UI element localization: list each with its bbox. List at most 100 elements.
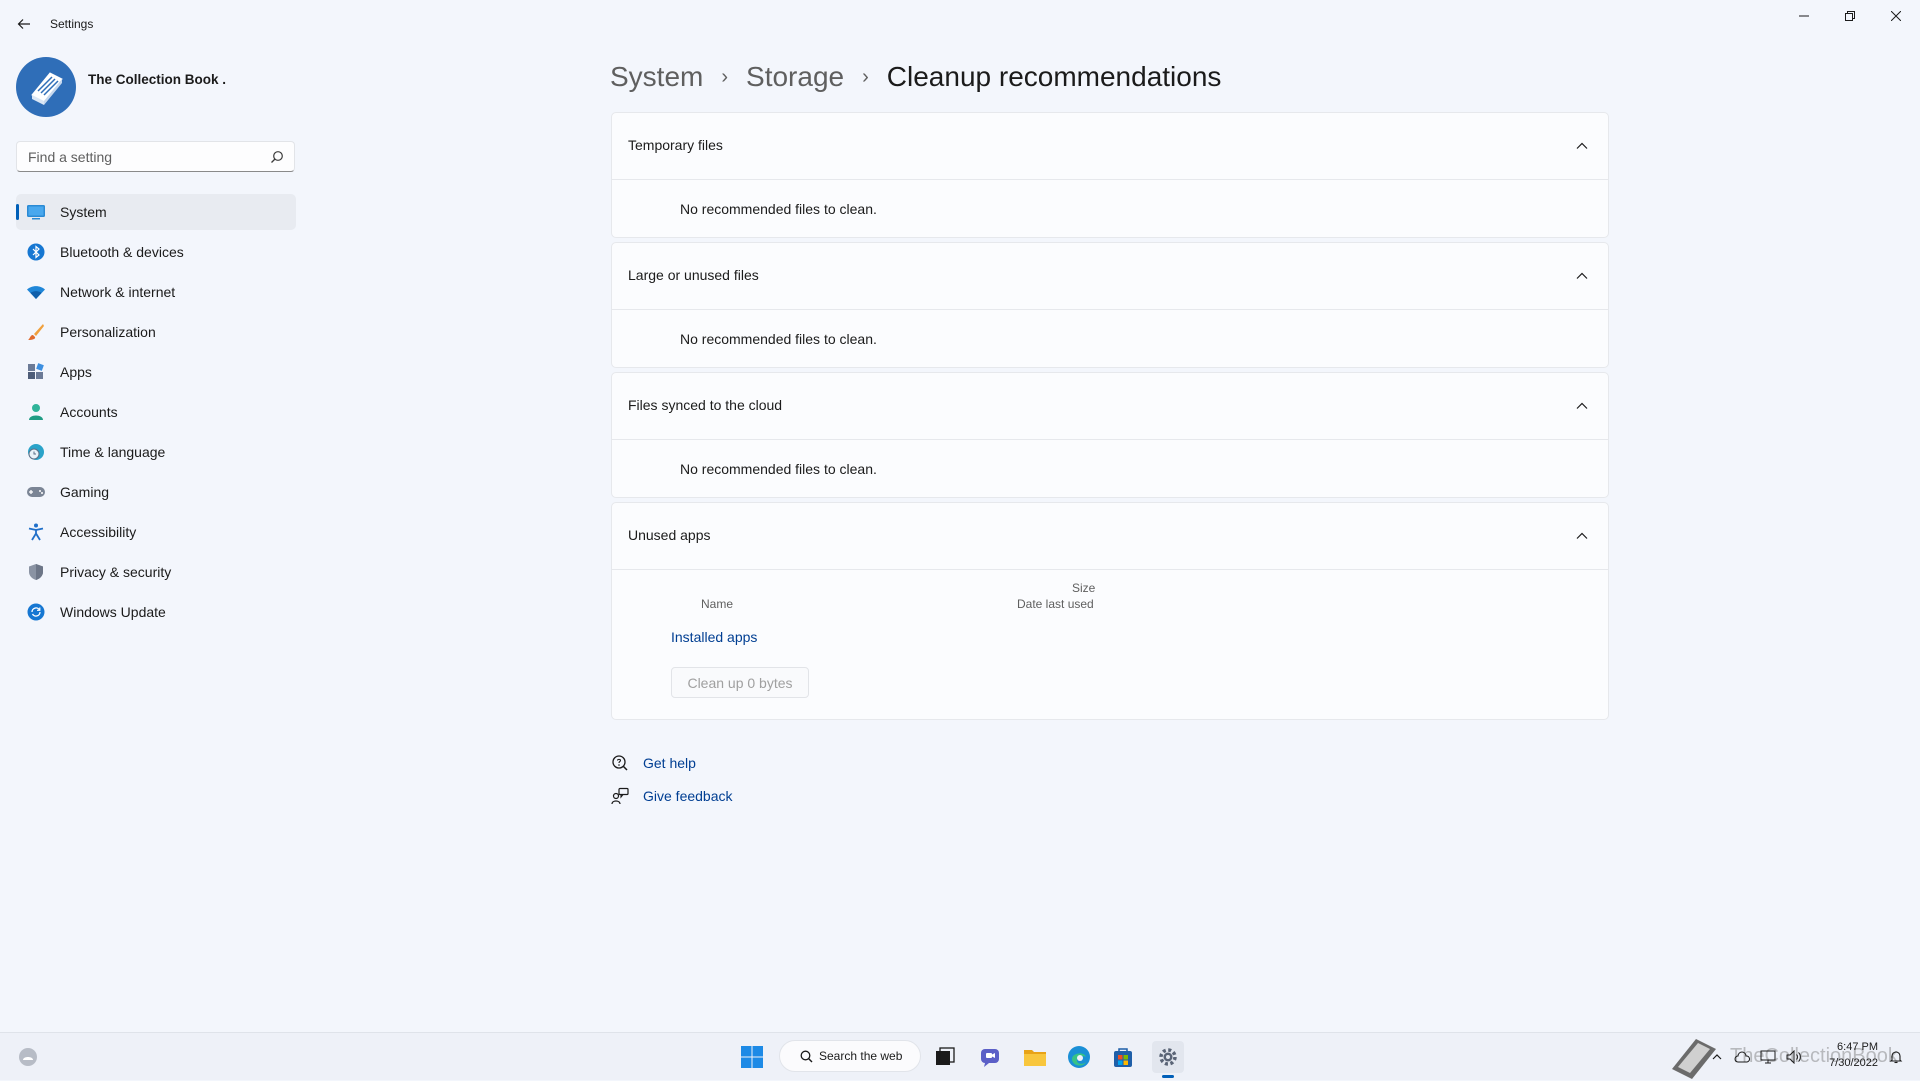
close-button[interactable]	[1873, 0, 1919, 32]
give-feedback-link[interactable]: Give feedback	[643, 788, 733, 804]
back-arrow-icon	[17, 19, 30, 29]
task-view-button[interactable]	[929, 1041, 961, 1073]
sidebar-item-label: System	[60, 204, 107, 220]
taskbar-search-label: Search the web	[819, 1049, 903, 1063]
taskbar-search[interactable]: Search the web	[779, 1040, 921, 1072]
sidebar-item-system[interactable]: System	[16, 194, 296, 230]
sidebar-item-label: Apps	[60, 364, 92, 380]
back-button[interactable]	[14, 14, 34, 34]
teams-chat-button[interactable]	[974, 1041, 1006, 1073]
gamepad-icon	[26, 482, 46, 502]
sidebar-item-label: Time & language	[60, 444, 166, 460]
cloud-files-header[interactable]: Files synced to the cloud	[612, 373, 1608, 440]
large-unused-files-header[interactable]: Large or unused files	[612, 243, 1608, 310]
clean-up-button[interactable]: Clean up 0 bytes	[671, 667, 809, 698]
sidebar-item-label: Accessibility	[60, 524, 137, 540]
page-title: Cleanup recommendations	[886, 61, 1222, 92]
shield-icon	[26, 562, 46, 582]
show-hidden-icons-button[interactable]	[1706, 1041, 1728, 1073]
get-help-link[interactable]: Get help	[643, 755, 696, 771]
update-icon	[26, 602, 46, 622]
brush-icon	[26, 322, 46, 342]
empty-message: No recommended files to clean.	[680, 331, 877, 347]
sidebar-item-apps[interactable]: Apps	[16, 354, 296, 390]
volume-tray-button[interactable]	[1782, 1041, 1806, 1073]
sidebar-item-label: Personalization	[60, 324, 156, 340]
sidebar-item-accessibility[interactable]: Accessibility	[16, 514, 296, 550]
windows-logo-icon	[741, 1046, 763, 1068]
search-icon	[271, 151, 283, 163]
sidebar-item-time-language[interactable]: Time & language	[16, 434, 296, 470]
chevron-up-icon	[1576, 402, 1588, 409]
edge-icon	[1068, 1046, 1090, 1068]
start-button[interactable]	[736, 1041, 768, 1073]
breadcrumb-storage[interactable]: Storage	[746, 61, 844, 93]
network-tray-button[interactable]	[1756, 1041, 1780, 1073]
installed-apps-link[interactable]: Installed apps	[671, 629, 757, 645]
file-explorer-button[interactable]	[1019, 1041, 1051, 1073]
active-app-indicator	[1162, 1075, 1174, 1078]
sidebar-item-bluetooth[interactable]: Bluetooth & devices	[16, 234, 296, 270]
close-icon	[1891, 11, 1901, 21]
restore-button[interactable]	[1827, 0, 1873, 32]
sidebar-item-personalization[interactable]: Personalization	[16, 314, 296, 350]
edge-browser-button[interactable]	[1063, 1041, 1095, 1073]
help-chat-icon	[612, 755, 628, 771]
sidebar-item-accounts[interactable]: Accounts	[16, 394, 296, 430]
microsoft-store-button[interactable]	[1107, 1041, 1139, 1073]
book-logo-icon	[31, 72, 63, 105]
sidebar-item-network[interactable]: Network & internet	[16, 274, 296, 310]
section-title: Unused apps	[628, 527, 711, 543]
sidebar-item-label: Network & internet	[60, 284, 176, 300]
clock-time[interactable]: 6:47 PM	[1818, 1041, 1878, 1053]
cloud-icon	[1734, 1051, 1750, 1063]
wifi-icon	[26, 282, 46, 302]
system-icon	[26, 202, 46, 222]
clock-date[interactable]: 7/30/2022	[1818, 1057, 1878, 1069]
chevron-right-icon: ›	[862, 65, 869, 88]
column-header-size: Size	[1072, 581, 1096, 595]
breadcrumb-system[interactable]: System	[610, 61, 703, 93]
app-title: Settings	[50, 17, 94, 31]
column-header-date-last-used: Date last used	[1017, 597, 1094, 611]
feedback-icon	[611, 787, 629, 805]
sidebar-item-windows-update[interactable]: Windows Update	[16, 594, 296, 630]
get-help-row: Get help	[611, 752, 696, 774]
chevron-up-icon	[1712, 1054, 1722, 1060]
speaker-icon	[1786, 1050, 1801, 1064]
temporary-files-section: Temporary files No recommended files to …	[611, 112, 1609, 238]
apps-icon	[26, 362, 46, 382]
widgets-button[interactable]	[12, 1041, 44, 1073]
search-box[interactable]	[16, 141, 295, 172]
temporary-files-header[interactable]: Temporary files	[612, 113, 1608, 180]
gear-icon	[1159, 1048, 1177, 1066]
sidebar-nav: System Bluetooth & devices Network & int…	[16, 194, 296, 634]
minimize-button[interactable]	[1781, 0, 1827, 32]
sidebar-item-label: Windows Update	[60, 604, 166, 620]
chevron-right-icon: ›	[721, 65, 729, 88]
sidebar-item-label: Bluetooth & devices	[60, 244, 184, 260]
sidebar-item-label: Privacy & security	[60, 564, 172, 580]
notifications-button[interactable]	[1884, 1041, 1908, 1073]
sidebar-item-privacy[interactable]: Privacy & security	[16, 554, 296, 590]
chat-icon	[981, 1049, 999, 1067]
large-unused-files-section: Large or unused files No recommended fil…	[611, 242, 1609, 368]
onedrive-button[interactable]	[1730, 1041, 1754, 1073]
restore-icon	[1845, 11, 1855, 21]
give-feedback-row: Give feedback	[611, 785, 733, 807]
chevron-up-icon	[1576, 272, 1588, 279]
settings-app-button[interactable]	[1152, 1041, 1184, 1078]
chevron-up-icon	[1576, 142, 1588, 149]
minimize-icon	[1799, 15, 1809, 17]
accessibility-icon	[26, 522, 46, 542]
person-icon	[26, 402, 46, 422]
avatar[interactable]	[16, 57, 76, 117]
search-input[interactable]	[26, 148, 260, 166]
section-title: Files synced to the cloud	[628, 397, 783, 413]
sidebar-item-gaming[interactable]: Gaming	[16, 474, 296, 510]
unused-apps-header[interactable]: Unused apps	[612, 503, 1608, 570]
search-icon	[800, 1050, 813, 1062]
section-title: Temporary files	[628, 137, 723, 153]
title-bar: Settings	[0, 0, 1920, 48]
bluetooth-icon	[26, 242, 46, 262]
